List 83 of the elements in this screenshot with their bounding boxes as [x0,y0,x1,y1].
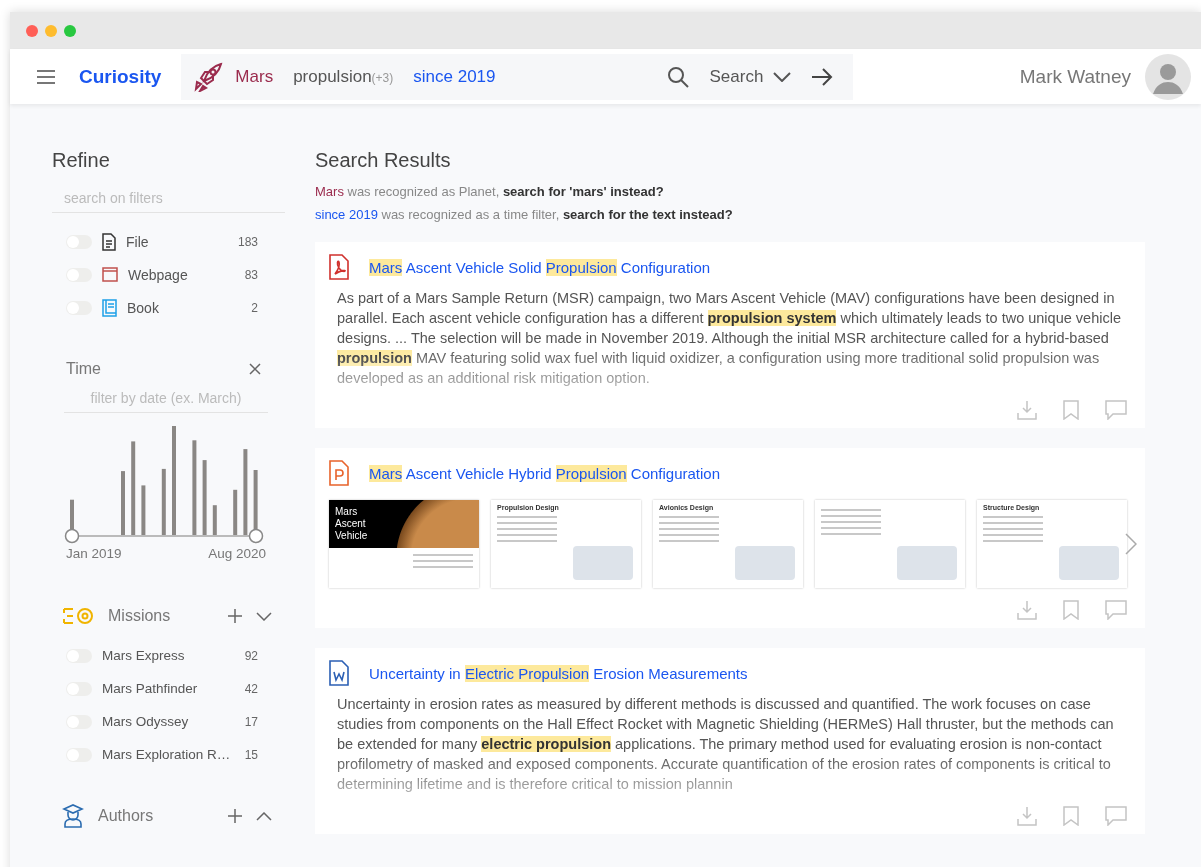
filter-count: 17 [244,714,258,729]
refine-heading: Refine [52,149,111,172]
histogram-bar [141,485,146,536]
date-filter-field[interactable]: filter by date (ex. March) [64,384,268,413]
facet-heading: Authors [98,807,154,825]
histogram-bar [233,489,238,536]
range-start-handle[interactable] [64,528,80,544]
type-filter-label: Book [127,299,160,316]
filter-count: 2 [251,300,258,315]
browser-window-icon [102,267,118,282]
histogram-bar [212,505,217,536]
facet-heading: Missions [108,607,171,625]
bookmark-icon[interactable] [1063,600,1079,620]
time-heading: Time [66,360,101,378]
query-token[interactable]: since 2019 [413,66,496,87]
type-filter-label: Webpage [128,266,189,283]
pdf-file-icon [329,254,349,280]
facet-item-label: Mars Express [102,648,186,663]
chevron-up-icon[interactable] [256,811,272,821]
filter-count: 15 [244,747,258,762]
facet-item-label: Mars Odyssey [102,714,190,729]
results-heading: Search Results [315,149,452,172]
chevron-down-icon[interactable] [256,611,272,621]
slide-figure-placeholder [897,546,957,580]
result-title-link[interactable]: Uncertainty in Electric Propulsion Erosion Measurements [369,664,748,682]
chevron-down-icon [773,71,792,82]
slide-title: Mars Ascent Vehicle [334,505,369,543]
range-end-label: Aug 2020 [208,546,266,561]
close-icon[interactable] [249,363,261,375]
facet-item-label: Mars Exploration R… [102,747,232,762]
user-avatar[interactable] [1145,53,1191,100]
search-scope-dropdown[interactable]: Search [709,66,792,87]
range-end-handle[interactable] [248,528,264,544]
filter-count: 83 [244,267,258,282]
search-bar[interactable]: Mars propulsion(+3) since 2019 Search [181,53,854,100]
window-close-button[interactable] [26,24,38,37]
filter-search-field[interactable]: search on filters [52,184,285,213]
slide-thumbnail[interactable] [815,500,965,588]
result-snippet: As part of a Mars Sample Return (MSR) campaign, two Mars Ascent Vehicle (MAV) configurations have been designed in parallel. Each ascent vehicle configuration has a different propulsion system which ultimately leads to two unique vehicle designs. ... The selection will be made in November 2019. Although the initial MSR architecture called for a hybrid-based propulsion MAV featuring solid wax fuel with liquid oxidizer, a configuration using more traditional solid propulsion was developed as an additional risk mitigation option. [337,289,1122,388]
filter-count: 42 [244,681,258,696]
result-title-link[interactable]: Mars Ascent Vehicle Hybrid Propulsion Configuration [369,464,721,482]
word-file-icon [329,660,349,686]
type-filter-label: File [126,233,150,250]
slide-thumbnail[interactable]: Mars Ascent Vehicle [329,500,479,588]
slide-figure-placeholder [573,546,633,580]
app-name[interactable]: Curiosity [79,65,162,88]
book-icon [102,298,117,317]
slide-figure-placeholder [735,546,795,580]
range-start-label: Jan 2019 [66,546,122,561]
graduate-icon [62,804,84,828]
comment-icon[interactable] [1105,600,1127,620]
recognition-notice: since 2019 was recognized as a time filter, search for the text instead? [315,207,734,222]
recognition-notice: Mars was recognized as Planet, search for 'mars' instead? [315,184,665,199]
bookmark-icon[interactable] [1063,806,1079,826]
window-minimize-button[interactable] [45,24,57,37]
facet-item-label: Mars Pathfinder [102,681,199,696]
arrow-right-icon[interactable] [811,67,834,86]
query-token[interactable]: propulsion(+3) [293,66,394,87]
menu-icon[interactable] [36,68,56,85]
query-token[interactable]: Mars [235,66,274,87]
presentation-file-icon [329,460,349,486]
user-name[interactable]: Mark Watney [1019,65,1131,88]
plus-icon[interactable] [228,609,242,623]
histogram-bar [161,468,166,536]
document-icon [102,232,116,251]
bookmark-icon[interactable] [1063,400,1079,420]
plus-icon[interactable] [228,809,242,823]
download-icon[interactable] [1017,600,1037,620]
filter-count: 92 [244,648,258,663]
filter-count: 183 [237,234,258,249]
comment-icon[interactable] [1105,806,1127,826]
window-maximize-button[interactable] [64,24,76,37]
rocket-icon [193,61,224,92]
result-snippet: Uncertainty in erosion rates as measured by different methods is discussed and quantified. The work focuses on case studies from components on the Hall Effect Rocket with Magnetic Shielding (HERMeS) Hall thruster, but the methods can be extended for many electric propulsion applications. The primary method used for evaluating erosion is non-contact profilometry of masked and exposed components. Accurate quantification of the erosion rates of components is critical to determining lifetime and is therefore critical to mission plannin [337,695,1115,794]
slide-figure-placeholder [1059,546,1119,580]
search-icon[interactable] [667,65,690,88]
histogram-bar [121,471,125,536]
download-icon[interactable] [1017,806,1037,826]
result-title-link[interactable]: Mars Ascent Vehicle Solid Propulsion Configuration [369,258,711,276]
satellite-icon [62,606,94,626]
download-icon[interactable] [1017,400,1037,420]
chevron-right-icon[interactable] [1125,533,1137,555]
comment-icon[interactable] [1105,400,1127,420]
